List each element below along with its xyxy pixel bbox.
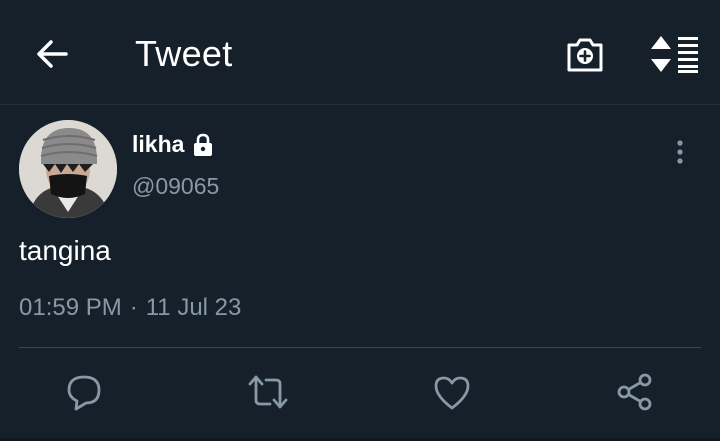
heart-icon	[434, 376, 470, 410]
sort-button[interactable]	[648, 32, 700, 76]
reply-button[interactable]	[62, 370, 106, 414]
more-options-button[interactable]	[668, 139, 692, 167]
reply-icon	[67, 375, 101, 411]
share-button[interactable]	[614, 370, 658, 414]
avatar[interactable]	[19, 120, 117, 218]
like-button[interactable]	[430, 370, 474, 414]
camera-plus-icon	[567, 38, 603, 72]
retweet-button[interactable]	[246, 370, 290, 414]
username-handle[interactable]: @09065	[132, 173, 219, 200]
arrow-left-icon	[37, 40, 68, 68]
share-icon	[617, 373, 652, 411]
author-name-row[interactable]: likha	[132, 131, 216, 158]
camera-button[interactable]	[563, 32, 607, 76]
back-button[interactable]	[30, 32, 74, 76]
tweet-text: tangina	[19, 235, 111, 266]
display-name[interactable]: likha	[132, 131, 184, 158]
retweet-icon	[248, 375, 288, 409]
top-app-bar: Tweet	[0, 0, 720, 105]
timestamp-separator: ·	[129, 294, 138, 321]
tweet-timestamp: 01:59 PM · 11 Jul 23	[19, 294, 241, 322]
page-title: Tweet	[135, 33, 233, 74]
more-vertical-icon	[677, 140, 683, 164]
lock-icon	[194, 133, 213, 156]
tweet-time: 01:59 PM	[19, 294, 122, 321]
tweet-date: 11 Jul 23	[145, 294, 242, 321]
sort-lines-icon	[651, 36, 698, 73]
divider	[19, 347, 701, 348]
avatar-image	[19, 120, 117, 218]
